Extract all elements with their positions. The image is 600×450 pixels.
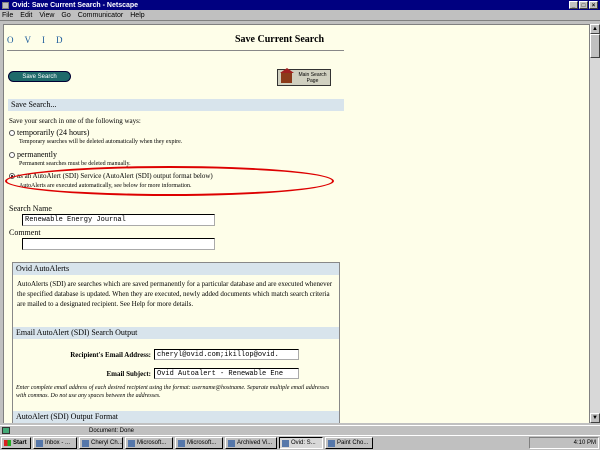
save-search-button[interactable]: Save Search <box>8 71 71 82</box>
menu-file[interactable]: File <box>2 12 13 19</box>
taskbar-item[interactable]: Cheryl Ch... <box>79 437 123 449</box>
email-subject-input[interactable]: Ovid Autoalert - Renewable Ene <box>154 368 299 379</box>
taskbar: Start Inbox - ... Cheryl Ch... Microsoft… <box>0 435 600 450</box>
maximize-button[interactable]: □ <box>579 1 588 9</box>
taskbar-item-label: Microsoft... <box>137 440 167 446</box>
window-title: Ovid: Save Current Search - Netscape <box>12 1 139 9</box>
app-icon <box>128 439 135 447</box>
option-permanent-label: permanently <box>17 150 57 159</box>
netscape-icon <box>2 1 9 9</box>
status-text: Document: Done <box>89 427 135 434</box>
home-icon <box>279 68 295 83</box>
ovid-logo: OVID <box>7 35 74 45</box>
system-tray: 4:10 PM <box>529 437 599 449</box>
option-temporary-label: temporarily (24 hours) <box>17 128 90 137</box>
status-bar: Document: Done <box>0 425 600 435</box>
search-name-input[interactable]: Renewable Energy Journal <box>22 214 215 226</box>
app-icon <box>328 439 335 447</box>
taskbar-item[interactable]: Inbox - ... <box>33 437 77 449</box>
windows-logo-icon <box>4 440 11 446</box>
title-bar: Ovid: Save Current Search - Netscape _ □… <box>0 0 600 10</box>
option-temporary-note: Temporary searches will be deleted autom… <box>19 139 183 145</box>
main-search-page-button[interactable]: Main Search Page <box>277 68 331 86</box>
menu-help[interactable]: Help <box>130 12 144 19</box>
security-icon <box>2 427 10 434</box>
option-temporary[interactable]: temporarily (24 hours) <box>9 128 89 137</box>
autoalerts-description: AutoAlerts (SDI) are searches which are … <box>17 280 333 308</box>
scroll-up-icon[interactable]: ▲ <box>590 24 600 34</box>
main-search-page-label: Main Search Page <box>298 71 327 84</box>
taskbar-item-label: Paint Cho... <box>337 440 369 446</box>
option-permanent[interactable]: permanently <box>9 150 57 159</box>
taskbar-item[interactable]: Archived Vi... <box>225 437 277 449</box>
taskbar-item[interactable]: Microsoft... <box>175 437 223 449</box>
menu-go[interactable]: Go <box>61 12 70 19</box>
menu-view[interactable]: View <box>39 12 54 19</box>
close-button[interactable]: × <box>589 1 598 9</box>
app-icon <box>228 439 235 447</box>
menu-bar: File Edit View Go Communicator Help <box>0 10 600 21</box>
scroll-down-icon[interactable]: ▼ <box>590 413 600 423</box>
menu-edit[interactable]: Edit <box>20 12 32 19</box>
taskbar-item-label: Ovid: S... <box>291 440 316 446</box>
intro-text: Save your search in one of the following… <box>9 117 141 125</box>
start-label: Start <box>13 440 27 446</box>
taskbar-item-label: Cheryl Ch... <box>91 440 123 446</box>
taskbar-item-label: Inbox - ... <box>45 440 71 446</box>
taskbar-item-active[interactable]: Ovid: S... <box>279 437 323 449</box>
app-icon <box>178 439 185 447</box>
menu-communicator[interactable]: Communicator <box>78 12 124 19</box>
divider <box>7 50 344 51</box>
email-instructions: Enter complete email address of each des… <box>16 385 330 399</box>
taskbar-item[interactable]: Microsoft... <box>125 437 173 449</box>
radio-permanent[interactable] <box>9 151 15 158</box>
taskbar-item-label: Microsoft... <box>187 440 217 446</box>
email-output-header: Email AutoAlert (SDI) Search Output <box>13 327 339 339</box>
save-search-section-header: Save Search... <box>8 99 344 111</box>
start-button[interactable]: Start <box>1 437 31 449</box>
autoalerts-header: Ovid AutoAlerts <box>13 263 339 275</box>
vertical-scrollbar[interactable]: ▲ ▼ <box>589 24 600 423</box>
recipient-label: Recipient's Email Address: <box>70 351 151 359</box>
comment-input[interactable] <box>22 238 215 250</box>
minimize-button[interactable]: _ <box>569 1 578 9</box>
recipient-email-input[interactable]: cheryl@ovid.com;ikillop@ovid. <box>154 349 299 360</box>
search-name-label: Search Name <box>9 204 52 213</box>
highlight-oval <box>5 166 334 196</box>
app-icon <box>36 439 43 447</box>
page-title: Save Current Search <box>235 34 325 45</box>
app-icon <box>282 439 289 447</box>
comment-label: Comment <box>9 228 41 237</box>
output-format-header: AutoAlert (SDI) Output Format <box>13 411 339 423</box>
autoalerts-box: Ovid AutoAlerts AutoAlerts (SDI) are sea… <box>12 262 340 423</box>
page-content: OVID Save Current Search Save Search Mai… <box>3 24 589 423</box>
app-icon <box>82 439 89 447</box>
taskbar-item[interactable]: Paint Cho... <box>325 437 373 449</box>
subject-label: Email Subject: <box>106 370 151 378</box>
clock: 4:10 PM <box>573 440 596 446</box>
taskbar-item-label: Archived Vi... <box>237 440 273 446</box>
radio-temporary[interactable] <box>9 129 15 136</box>
scroll-thumb[interactable] <box>590 34 600 58</box>
